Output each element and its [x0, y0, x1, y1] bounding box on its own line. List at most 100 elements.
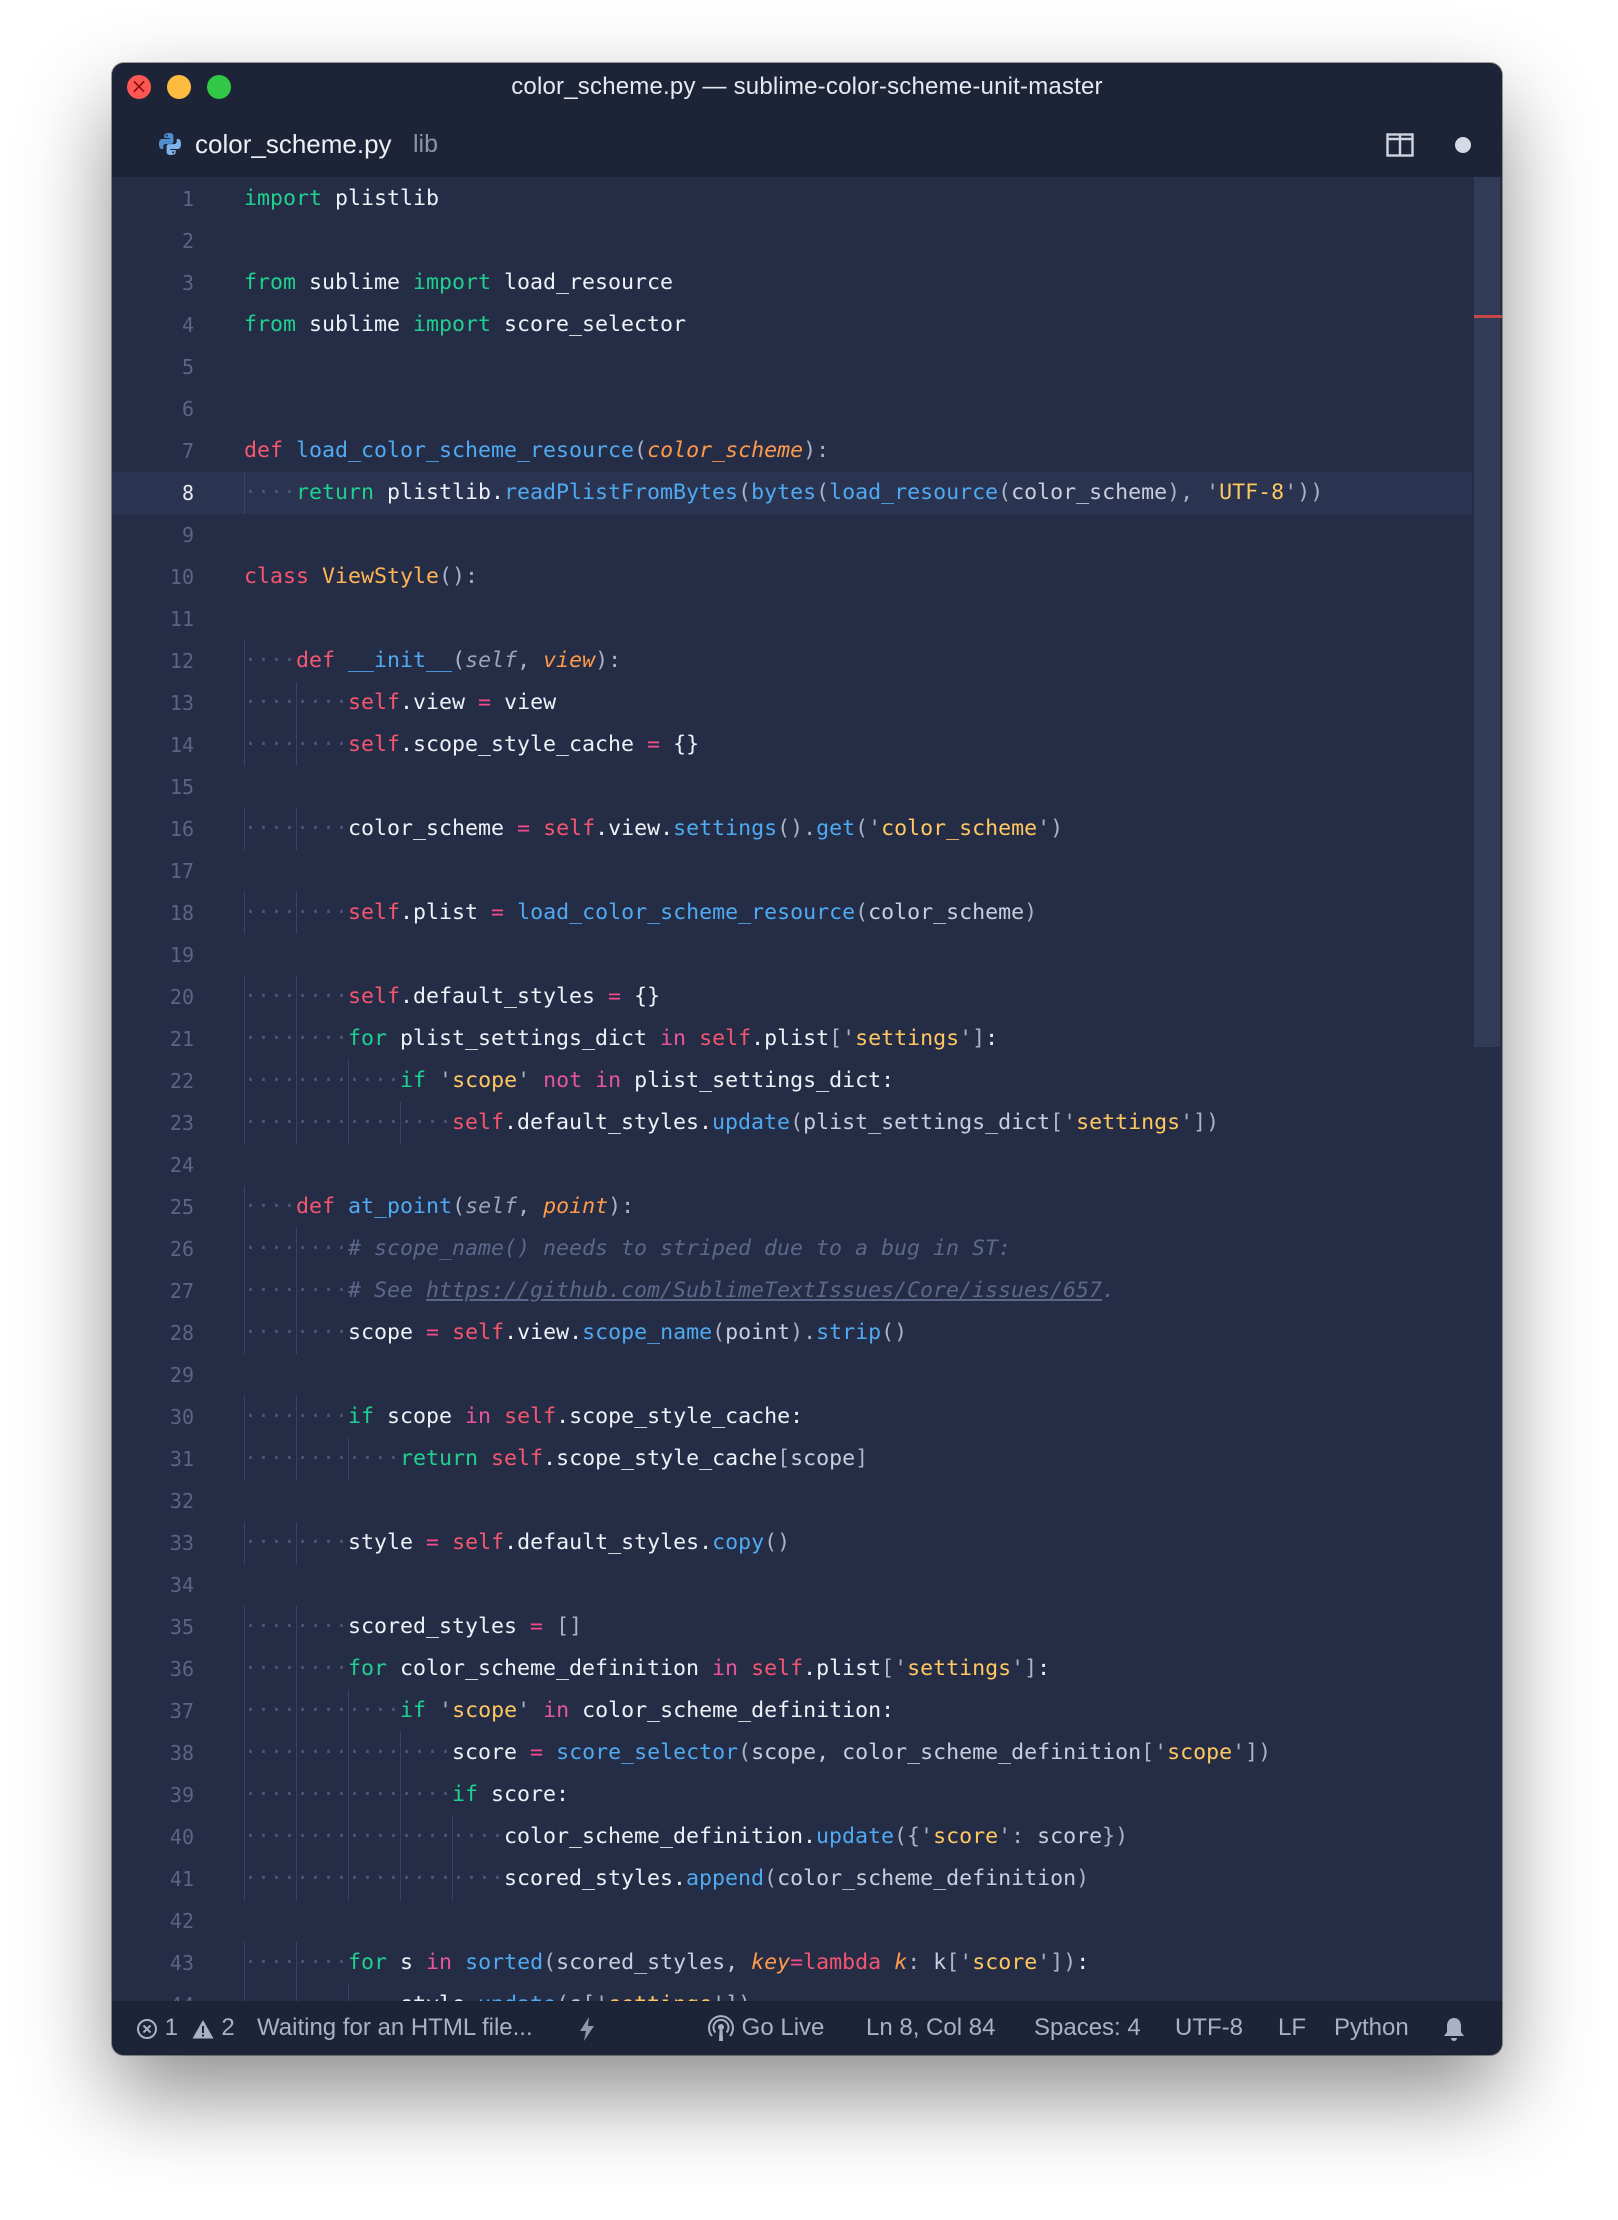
code-line[interactable]: 7 def load_color_scheme_resource(color_sc…	[112, 430, 1472, 472]
problems-indicator[interactable]: 1 2	[136, 2001, 235, 2055]
code-line[interactable]: 21 ········for plist_settings_dict in sel…	[112, 1018, 1472, 1060]
line-code: ········scored_styles = []	[244, 1606, 582, 1648]
code-token: =	[517, 816, 531, 841]
code-line[interactable]: 24	[112, 1144, 1472, 1186]
code-line[interactable]: 35 ········scored_styles = []	[112, 1606, 1472, 1648]
code-line[interactable]: 33 ········style = self.default_styles.co…	[112, 1522, 1472, 1564]
code-line[interactable]: 30 ········if scope in self.scope_style_c…	[112, 1396, 1472, 1438]
code-token: score	[933, 1824, 999, 1849]
code-token: .plist	[751, 1026, 830, 1051]
code-line[interactable]: 2	[112, 220, 1472, 262]
tab-directory: lib	[413, 130, 439, 158]
code-line[interactable]: 29	[112, 1354, 1472, 1396]
code-token: ()	[881, 1320, 908, 1345]
code-line[interactable]: 31 ············return self.scope_style_ca…	[112, 1438, 1472, 1480]
code-token: (	[452, 1194, 466, 1219]
code-line[interactable]: 27 ········# See https://github.com/Subli…	[112, 1270, 1472, 1312]
code-line[interactable]: 37 ············if 'scope' in color_scheme…	[112, 1690, 1472, 1732]
code-line[interactable]: 3 from sublime import load_resource	[112, 262, 1472, 304]
code-line[interactable]: 41 ····················scored_styles.appe…	[112, 1858, 1472, 1900]
code-token: ········	[244, 1320, 349, 1345]
code-token: color_scheme	[1011, 480, 1168, 505]
code-line[interactable]: 28 ········scope = self.view.scope_name(p…	[112, 1312, 1472, 1354]
line-code: ········for plist_settings_dict in self.…	[244, 1018, 998, 1060]
code-token: for	[348, 1950, 388, 1975]
code-line[interactable]: 38 ················score = score_selector…	[112, 1732, 1472, 1774]
split-editor-icon[interactable]	[1386, 133, 1414, 157]
code-line[interactable]: 8 ····return plistlib.readPlistFromBytes(…	[112, 472, 1472, 514]
code-line[interactable]: 34	[112, 1564, 1472, 1606]
code-token: not in	[543, 1068, 622, 1093]
code-line[interactable]: 9	[112, 514, 1472, 556]
cursor-position[interactable]: Ln 8, Col 84	[866, 2001, 995, 2055]
code-token: scope	[374, 1404, 466, 1429]
code-token: color_scheme	[647, 438, 804, 463]
code-line[interactable]: 13 ········self.view = view	[112, 682, 1472, 724]
line-code: ····················scored_styles.append…	[244, 1858, 1089, 1900]
code-line[interactable]: 1 import plistlib	[112, 178, 1472, 220]
code-line[interactable]: 5	[112, 346, 1472, 388]
code-line[interactable]: 14 ········self.scope_style_cache = {}	[112, 724, 1472, 766]
lightning-button[interactable]	[578, 2001, 596, 2055]
code-line[interactable]: 26 ········# scope_name() needs to stripe…	[112, 1228, 1472, 1270]
code-line[interactable]: 4 from sublime import score_selector	[112, 304, 1472, 346]
code-token: (	[543, 1950, 557, 1975]
code-line[interactable]: 15	[112, 766, 1472, 808]
code-line[interactable]: 12 ····def __init__(self, view):	[112, 640, 1472, 682]
code-token: scope	[348, 1320, 427, 1345]
code-line[interactable]: 42	[112, 1900, 1472, 1942]
unsaved-dot-icon[interactable]	[1455, 137, 1471, 153]
code-token: score_selector	[491, 312, 687, 337]
code-token: ········	[244, 732, 349, 757]
code-line[interactable]: 17	[112, 850, 1472, 892]
code-token: ················	[244, 1740, 453, 1765]
line-number: 20	[169, 985, 194, 1009]
code-token: :	[985, 1026, 999, 1051]
code-token: scope	[452, 1068, 518, 1093]
go-live-button[interactable]: Go Live	[707, 2001, 824, 2055]
code-line[interactable]: 39 ················if score:	[112, 1774, 1472, 1816]
language-mode[interactable]: Python	[1334, 2001, 1409, 2055]
code-line[interactable]: 11	[112, 598, 1472, 640]
code-line[interactable]: 43 ········for s in sorted(scored_styles,…	[112, 1942, 1472, 1984]
error-circle-icon	[137, 2018, 157, 2039]
code-line[interactable]: 22 ············if 'scope' not in plist_se…	[112, 1060, 1472, 1102]
code-token: plist_settings_dict	[803, 1110, 1051, 1135]
code-line[interactable]: 6	[112, 388, 1472, 430]
code-line[interactable]: 20 ········self.default_styles = {}	[112, 976, 1472, 1018]
code-token: color_scheme_definition.	[504, 1824, 817, 1849]
code-line[interactable]: 44 ············style.update(s['settings']…	[112, 1984, 1472, 2001]
code-editor[interactable]: 1 import plistlib 2 3 from sublime import lo…	[112, 177, 1502, 2001]
code-token: :	[1076, 1950, 1090, 1975]
code-line[interactable]: 10 class ViewStyle():	[112, 556, 1472, 598]
line-number: 16	[169, 817, 194, 841]
code-line[interactable]: 18 ········self.plist = load_color_scheme…	[112, 892, 1472, 934]
line-code: ····def at_point(self, point):	[244, 1186, 634, 1228]
code-line[interactable]: 36 ········for color_scheme_definition in…	[112, 1648, 1472, 1690]
code-line[interactable]: 25 ····def at_point(self, point):	[112, 1186, 1472, 1228]
code-token: (	[452, 648, 466, 673]
code-token: if	[400, 1068, 427, 1093]
scrollbar-thumb[interactable]	[1474, 177, 1500, 1047]
code-token: https://github.com/SublimeTextIssues/Cor…	[426, 1278, 1103, 1303]
code-line[interactable]: 32	[112, 1480, 1472, 1522]
code-token: from	[244, 312, 297, 337]
code-line[interactable]: 19	[112, 934, 1472, 976]
code-line[interactable]: 16 ········color_scheme = self.view.setti…	[112, 808, 1472, 850]
code-token: settings	[673, 816, 778, 841]
indentation-setting[interactable]: Spaces: 4	[1034, 2001, 1141, 2055]
line-number: 3	[181, 271, 194, 295]
notifications-button[interactable]	[1442, 2001, 1466, 2055]
warning-count: 2	[221, 2014, 235, 2041]
tab-filename: color_scheme.py	[195, 129, 392, 159]
line-ending-setting[interactable]: LF	[1278, 2001, 1306, 2055]
code-line[interactable]: 23 ················self.default_styles.up…	[112, 1102, 1472, 1144]
encoding-setting[interactable]: UTF-8	[1175, 2001, 1243, 2055]
code-line[interactable]: 40 ····················color_scheme_defin…	[112, 1816, 1472, 1858]
code-token: (	[738, 1740, 752, 1765]
bell-icon	[1444, 2017, 1464, 2041]
